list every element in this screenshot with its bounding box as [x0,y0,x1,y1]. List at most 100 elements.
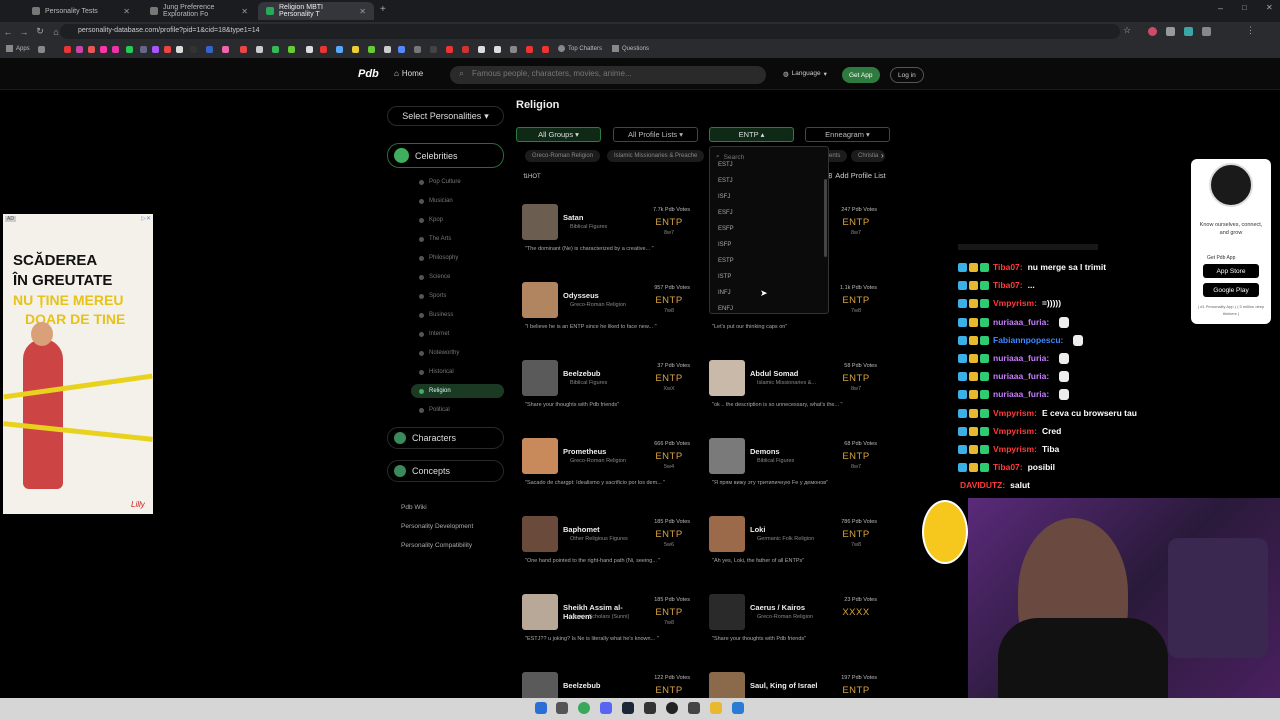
sidebar-item-internet[interactable]: Internet [411,327,504,341]
sidebar-item-business[interactable]: Business [411,308,504,322]
bookmark-icon[interactable] [478,46,485,53]
close-window-icon[interactable]: ✕ [1266,3,1273,12]
profile-image[interactable] [522,282,558,318]
bookmark-icon[interactable] [140,46,147,53]
bookmark-icon[interactable] [494,46,501,53]
bookmark-top-chatters[interactable]: Top Chatters [558,45,602,52]
profile-name[interactable]: Loki [750,525,820,534]
dropdown-scrollbar[interactable] [824,179,827,257]
windows-start-icon[interactable] [535,702,547,714]
sidebar-item-kpop[interactable]: Kpop [411,213,504,227]
bookmark-icon[interactable] [272,46,279,53]
steam-icon[interactable] [622,702,634,714]
bookmark-icon[interactable] [542,46,549,53]
app-icon[interactable] [688,702,700,714]
profile-name[interactable]: Odysseus [563,291,633,300]
bookmark-icon[interactable] [430,46,437,53]
browser-tab-active[interactable]: Religion MBTI Personality T ✕ [258,2,374,20]
sidebar-item-philosophy[interactable]: Philosophy [411,251,504,265]
sidebar-item-pop-culture[interactable]: Pop Culture [411,175,504,189]
bookmark-icon[interactable] [38,46,45,53]
app-store-button[interactable]: App Store [1203,264,1259,278]
type-option[interactable]: ENFJ [718,306,733,312]
profile-name[interactable]: Saul, King of Israel [750,681,820,690]
profile-image[interactable] [522,594,558,630]
profile-image[interactable] [522,438,558,474]
profile-lists-dropdown[interactable]: All Profile Lists ▾ [613,127,698,142]
select-personalities-dropdown[interactable]: Select Personalities ▾ [387,106,504,126]
bookmark-icon[interactable] [462,46,469,53]
all-groups-dropdown[interactable]: All Groups ▾ [516,127,601,142]
google-play-button[interactable]: Google Play [1203,283,1259,297]
obs-icon[interactable] [666,702,678,714]
bookmark-icon[interactable] [152,46,159,53]
discord-icon[interactable] [600,702,612,714]
sidebar-item-historical[interactable]: Historical [411,365,504,379]
bookmark-star-icon[interactable]: ☆ [1123,25,1131,36]
bookmark-icon[interactable] [76,46,83,53]
sidebar-item-political[interactable]: Political [411,403,504,417]
profile-image[interactable] [522,360,558,396]
forward-icon[interactable]: → [16,27,32,37]
browser-tab[interactable]: Jung Preference Exploration Fo ✕ [142,2,256,20]
bookmark-icon[interactable] [190,46,197,53]
bookmark-icon[interactable] [164,46,171,53]
bookmark-icon[interactable] [222,46,229,53]
profile-name[interactable]: Satan [563,213,633,222]
bookmark-icon[interactable] [306,46,313,53]
type-dropdown[interactable]: ENTP ▴ [709,127,794,142]
menu-icon[interactable]: ⋮ [1246,25,1255,36]
enneagram-dropdown[interactable]: Enneagram ▾ [805,127,890,142]
bookmark-icon[interactable] [510,46,517,53]
home-link[interactable]: ⌂ Home [394,69,423,78]
type-option[interactable]: ESFJ [718,210,733,216]
app-promo-widget[interactable]: Know ourselves, connect, and grow Get Pd… [1191,159,1271,324]
site-search-input[interactable]: Famous people, characters, movies, anime… [450,66,766,84]
bookmark-icon[interactable] [88,46,95,53]
profile-image[interactable] [522,204,558,240]
sort-hot[interactable]: ⇅HOT [523,173,541,180]
close-tab-icon[interactable]: ✕ [359,7,366,16]
bookmark-icon[interactable] [240,46,247,53]
type-option[interactable]: ISFJ [718,194,730,200]
extension-icon[interactable] [1166,27,1175,36]
bookmark-icon[interactable] [526,46,533,53]
new-tab-icon[interactable]: + [380,4,386,15]
file-explorer-icon[interactable] [710,702,722,714]
maximize-icon[interactable]: □ [1242,3,1247,12]
bookmark-icon[interactable] [176,46,183,53]
bookmark-icon[interactable] [352,46,359,53]
type-option[interactable]: INFJ [718,290,731,296]
reload-icon[interactable]: ↻ [32,26,48,37]
close-tab-icon[interactable]: ✕ [123,7,130,16]
profile-image[interactable] [522,516,558,552]
chrome-icon[interactable] [578,702,590,714]
bookmark-questions[interactable]: Questions [612,45,649,52]
url-bar[interactable]: personality-database.com/profile?pid=1&c… [60,24,1120,39]
bookmark-icon[interactable] [398,46,405,53]
add-profile-list-button[interactable]: ⊞ Add Profile List [826,171,886,180]
get-app-button[interactable]: Get App [842,67,880,83]
chevron-right-icon[interactable]: › [881,151,884,160]
advertisement-banner[interactable]: AD ▷✕ SCĂDEREA ÎN GREUTATE NU ȚINE MEREU… [3,214,153,514]
sidebar-item-religion[interactable]: Religion [411,384,504,398]
bookmark-icon[interactable] [368,46,375,53]
bookmark-icon[interactable] [320,46,327,53]
type-option[interactable]: ISTP [718,274,731,280]
minimize-icon[interactable]: – [1218,3,1223,13]
extension-icon[interactable] [1184,27,1193,36]
profile-name[interactable]: Baphomet [563,525,633,534]
search-icon[interactable] [556,702,568,714]
type-option[interactable]: ESTJ [718,162,733,168]
bookmark-icon[interactable] [384,46,391,53]
profile-image[interactable] [709,594,745,630]
link-pdb-wiki[interactable]: Pdb Wiki [401,504,427,511]
bookmark-icon[interactable] [288,46,295,53]
bookmark-icon[interactable] [446,46,453,53]
login-button[interactable]: Log in [890,67,924,83]
sidebar-item-musician[interactable]: Musician [411,194,504,208]
close-tab-icon[interactable]: ✕ [241,7,248,16]
type-option[interactable]: ESFP [718,226,734,232]
sidebar-item-the-arts[interactable]: The Arts [411,232,504,246]
bookmark-icon[interactable] [206,46,213,53]
